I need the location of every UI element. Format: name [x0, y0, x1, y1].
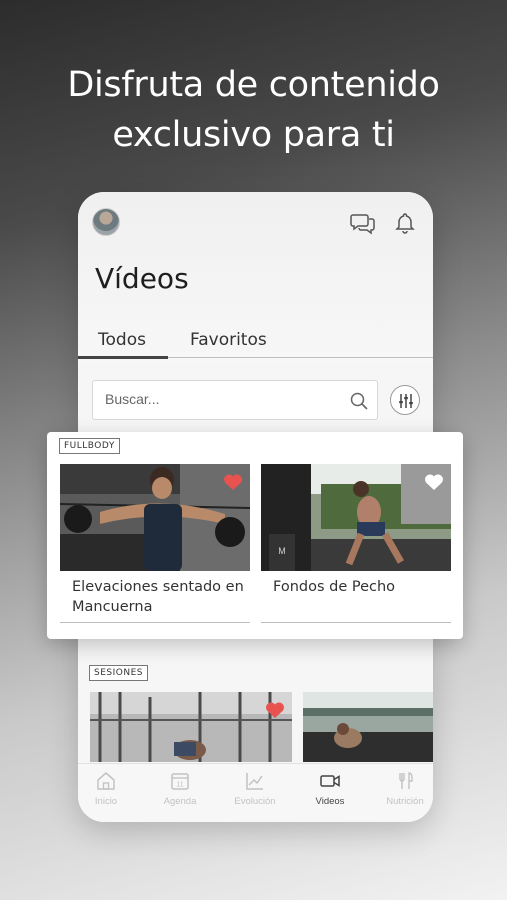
video-card[interactable]: M Fondos de Pecho	[261, 464, 451, 624]
bell-icon[interactable]	[392, 210, 418, 236]
nav-item-agenda[interactable]: 11 Agenda	[145, 770, 215, 807]
divider	[261, 622, 451, 623]
featured-section-card: FULLBODY Elevaciones sentado en Mancuern…	[47, 432, 463, 639]
nav-item-videos[interactable]: Videos	[295, 770, 365, 807]
nav-label: Agenda	[163, 796, 197, 807]
video-thumbnail	[303, 692, 433, 762]
heart-icon[interactable]	[222, 472, 244, 492]
promo-headline-line1: Disfruta de contenido	[67, 65, 440, 105]
nav-label: Nutrición	[386, 796, 424, 807]
calendar-day: 11	[176, 782, 183, 789]
nav-label: Videos	[315, 796, 345, 807]
promo-headline-line2: exclusivo para ti	[112, 115, 395, 155]
heart-outline-icon[interactable]	[423, 472, 445, 492]
filter-button[interactable]	[390, 385, 420, 415]
video-icon	[320, 775, 340, 787]
active-tab-indicator	[78, 356, 168, 359]
section-badge-sesiones: SESIONES	[89, 665, 148, 681]
tab-todos[interactable]: Todos	[98, 330, 146, 350]
heart-icon[interactable]	[264, 700, 286, 720]
chat-icon[interactable]	[350, 210, 376, 236]
calendar-icon: 11	[171, 773, 189, 790]
promo-headline: Disfruta de contenido exclusivo para ti	[0, 60, 507, 160]
home-icon	[97, 772, 115, 790]
cutlery-icon	[399, 772, 413, 789]
nav-item-nutricion[interactable]: Nutrición	[370, 770, 433, 807]
sliders-icon	[399, 394, 413, 408]
divider	[60, 622, 250, 623]
video-title: Elevaciones sentado en Mancuerna	[72, 579, 244, 615]
search-input[interactable]	[105, 391, 335, 407]
video-title: Fondos de Pecho	[273, 579, 396, 595]
brand-logo: M	[278, 546, 286, 556]
tab-favoritos[interactable]: Favoritos	[190, 330, 267, 350]
chart-icon	[246, 773, 263, 790]
section-badge-fullbody: FULLBODY	[59, 438, 120, 454]
avatar[interactable]	[92, 208, 120, 236]
nav-label: Inicio	[94, 796, 118, 807]
tab-bar: Todos Favoritos	[78, 328, 433, 358]
video-card[interactable]: Elevaciones sentado en Mancuerna	[60, 464, 250, 624]
video-thumbnail	[90, 692, 292, 762]
bottom-nav: Inicio 11 Agenda Evolución Videos Nutric…	[78, 763, 433, 822]
nav-item-inicio[interactable]: Inicio	[78, 770, 141, 807]
page-title: Vídeos	[95, 262, 189, 295]
search-box	[92, 380, 378, 420]
search-icon[interactable]	[349, 391, 369, 411]
nav-label: Evolución	[234, 796, 276, 807]
nav-item-evolucion[interactable]: Evolución	[220, 770, 290, 807]
